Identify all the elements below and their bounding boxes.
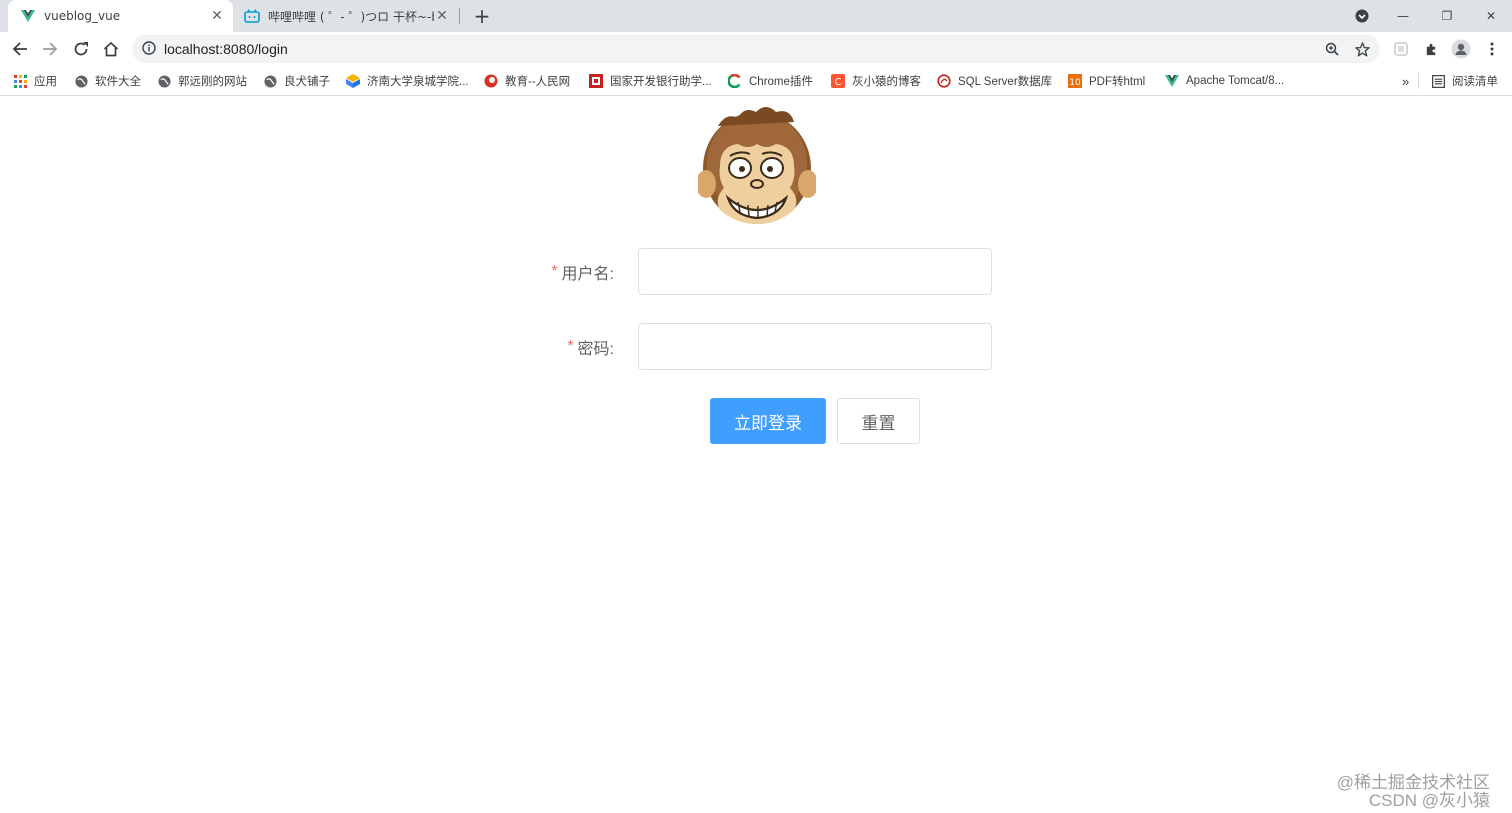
username-label-text: 用户名: xyxy=(561,266,614,283)
reading-list-label: 阅读清单 xyxy=(1452,76,1498,88)
home-icon[interactable] xyxy=(96,34,126,64)
bookmark-item[interactable]: 软件大全 xyxy=(74,72,141,90)
password-label-text: 密码: xyxy=(577,341,614,358)
bookmark-item[interactable]: C 灰小猿的博客 xyxy=(831,72,921,90)
address-bar[interactable]: localhost:8080/login xyxy=(132,35,1380,63)
bookmarks-overflow-button[interactable]: » xyxy=(1402,72,1409,90)
bookmark-item[interactable]: SQL Server数据库 xyxy=(937,72,1052,90)
peoples-daily-icon xyxy=(484,74,498,88)
bookmark-item[interactable]: 国家开发银行助学... xyxy=(589,72,712,90)
bookmark-label: 灰小猿的博客 xyxy=(852,76,921,88)
tab-title: 哔哩哔哩 ( ゜- ゜)つロ 干杯~-bilibili xyxy=(268,9,434,24)
bookmark-label: 国家开发银行助学... xyxy=(610,76,712,88)
window-close-button[interactable]: ✕ xyxy=(1474,0,1508,32)
tab-close-icon[interactable]: ✕ xyxy=(434,8,450,24)
bookmark-apps[interactable]: 应用 xyxy=(13,72,57,90)
bookmark-label: 郭远刚的网站 xyxy=(178,76,247,88)
bookmark-item[interactable]: Chrome插件 xyxy=(728,72,813,90)
tab-close-icon[interactable]: ✕ xyxy=(209,8,225,24)
globe-icon xyxy=(74,74,88,88)
bookmark-item[interactable]: 教育--人民网 xyxy=(484,72,570,90)
profile-avatar-icon[interactable] xyxy=(1449,37,1473,61)
tab-strip: vueblog_vue ✕ 哔哩哔哩 ( ゜- ゜)つロ 干杯~-bilibil… xyxy=(0,0,1512,32)
tab-title: vueblog_vue xyxy=(44,9,121,23)
csdn-c-icon: C xyxy=(831,74,845,88)
bookmark-item[interactable]: 10 PDF转html xyxy=(1068,72,1145,90)
tab-vueblog[interactable]: vueblog_vue ✕ xyxy=(8,0,233,32)
chrome-c-icon xyxy=(728,74,742,88)
extensions-puzzle-icon[interactable] xyxy=(1419,37,1443,61)
watermark-csdn: CSDN @灰小猿 xyxy=(1368,791,1490,810)
tab-bilibili[interactable]: 哔哩哔哩 ( ゜- ゜)つロ 干杯~-bilibili ✕ xyxy=(236,0,458,32)
bookmark-item[interactable]: 郭远刚的网站 xyxy=(157,72,247,90)
bookmark-label: 教育--人民网 xyxy=(505,76,571,88)
minimize-button[interactable]: — xyxy=(1386,0,1420,32)
password-input[interactable] xyxy=(638,323,992,370)
bookmark-label: 应用 xyxy=(34,76,57,88)
forward-arrow-icon[interactable] xyxy=(35,34,65,64)
info-icon[interactable] xyxy=(142,40,156,59)
reading-list-icon xyxy=(1431,74,1445,88)
monkey-avatar-image xyxy=(696,106,818,226)
globe-icon xyxy=(157,74,171,88)
svg-text:10: 10 xyxy=(1069,78,1081,88)
url-text[interactable]: localhost:8080/login xyxy=(164,41,288,57)
bookmark-item[interactable]: 良犬铺子 xyxy=(263,72,330,90)
svg-text:C: C xyxy=(835,77,842,88)
bookmark-label: 软件大全 xyxy=(95,76,141,88)
bookmark-label: Apache Tomcat/8... xyxy=(1186,75,1285,87)
browser-toolbar: localhost:8080/login xyxy=(0,32,1512,66)
bookmark-label: 济南大学泉城学院... xyxy=(367,76,469,88)
tab-search-icon[interactable] xyxy=(1350,0,1374,32)
username-label: * 用户名: xyxy=(551,248,614,296)
required-asterisk: * xyxy=(567,338,574,355)
reading-list-button[interactable]: 阅读清单 xyxy=(1431,72,1498,90)
bookmark-label: 良犬铺子 xyxy=(284,76,330,88)
username-row: * 用户名: xyxy=(0,248,1512,296)
required-asterisk: * xyxy=(551,263,558,280)
browser-chrome: vueblog_vue ✕ 哔哩哔哩 ( ゜- ゜)つロ 干杯~-bilibil… xyxy=(0,0,1512,96)
vue-logo-icon xyxy=(20,8,36,24)
tab-separator xyxy=(459,8,460,24)
bookmark-item[interactable]: 济南大学泉城学院... xyxy=(346,72,469,90)
menu-kebab-icon[interactable] xyxy=(1480,37,1504,61)
sql-server-icon xyxy=(937,74,951,88)
reload-icon[interactable] xyxy=(66,34,96,64)
extension-icon[interactable] xyxy=(1389,37,1413,61)
apps-grid-icon xyxy=(13,74,27,88)
bookmark-label: SQL Server数据库 xyxy=(958,76,1053,88)
bookmark-item[interactable]: Apache Tomcat/8... xyxy=(1165,72,1284,90)
bookmark-label: Chrome插件 xyxy=(749,76,813,88)
bank-logo-icon xyxy=(589,74,603,88)
university-logo-icon xyxy=(346,74,360,88)
zoom-icon[interactable] xyxy=(1318,35,1346,63)
login-button[interactable]: 立即登录 xyxy=(710,398,826,444)
reset-button[interactable]: 重置 xyxy=(837,398,920,444)
globe-icon xyxy=(263,74,277,88)
pdf-convert-icon: 10 xyxy=(1068,74,1082,88)
bilibili-tv-icon xyxy=(244,8,260,24)
username-input[interactable] xyxy=(638,248,992,295)
vue-logo-icon xyxy=(1165,74,1179,88)
password-label: * 密码: xyxy=(567,323,614,371)
bookmarks-bar: 应用 软件大全 郭远刚的网站 良犬铺子 济南大学泉城学院... 教育--人民网 … xyxy=(0,66,1512,96)
restore-button[interactable]: ❐ xyxy=(1430,0,1464,32)
password-row: * 密码: xyxy=(0,323,1512,371)
login-page: * 用户名: * 密码: 立即登录 重置 @稀土掘金技术社区 CSDN @灰小猿 xyxy=(0,96,1512,813)
bookmarks-divider xyxy=(1418,73,1419,89)
bookmark-label: PDF转html xyxy=(1089,76,1146,88)
new-tab-button[interactable]: + xyxy=(470,4,494,28)
back-arrow-icon[interactable] xyxy=(5,34,35,64)
bookmark-star-icon[interactable] xyxy=(1348,35,1376,63)
